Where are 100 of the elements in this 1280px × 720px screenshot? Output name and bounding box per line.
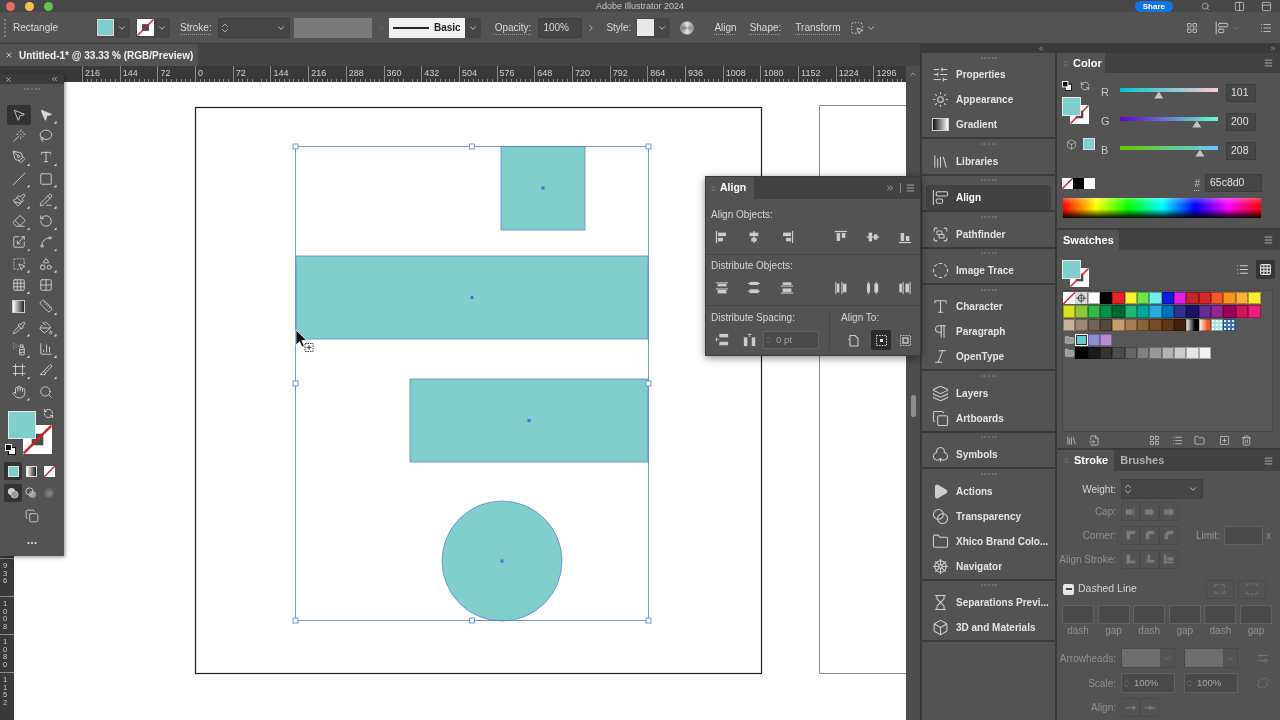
color-swatch[interactable] <box>1100 305 1113 318</box>
draw-normal-button[interactable] <box>4 484 22 503</box>
fill-swatch[interactable] <box>1062 97 1081 116</box>
collapse-panels-button[interactable] <box>1269 45 1277 52</box>
grid-icon[interactable] <box>1186 21 1198 34</box>
grid-view-button[interactable] <box>1256 260 1275 279</box>
dock-item[interactable]: Symbols <box>926 442 1051 468</box>
align-stroke-center-button[interactable] <box>1121 549 1140 569</box>
folder-button[interactable] <box>1063 347 1076 360</box>
panel-menu-button[interactable] <box>905 183 916 193</box>
collapse-panel-button[interactable] <box>885 183 895 193</box>
butt-cap-button[interactable] <box>1121 502 1140 521</box>
folder-button[interactable] <box>1063 333 1076 347</box>
resize-handle[interactable] <box>469 143 475 150</box>
scroll-thumb[interactable] <box>910 395 916 417</box>
color-swatch[interactable] <box>1174 347 1187 360</box>
search-icon[interactable] <box>1201 1 1210 11</box>
projecting-cap-button[interactable] <box>1159 502 1178 521</box>
color-swatch[interactable] <box>1112 347 1125 360</box>
place-arrow-button[interactable] <box>1140 698 1159 717</box>
brush-definition-dropdown[interactable]: Basic <box>388 17 465 38</box>
dock-item[interactable]: Pathfinder <box>926 221 1051 247</box>
color-swatch[interactable] <box>1174 305 1187 318</box>
color-wheel-icon[interactable] <box>680 20 695 35</box>
color-swatch[interactable] <box>1149 305 1162 318</box>
plus-square-icon[interactable] <box>1219 434 1230 446</box>
grid-icon[interactable] <box>1149 434 1160 446</box>
web-safe-swatch[interactable] <box>1083 138 1095 150</box>
document-tab[interactable]: Untitled-1* @ 33.33 % (RGB/Preview) <box>0 44 198 66</box>
color-slider[interactable] <box>1120 86 1218 99</box>
dock-item[interactable]: Gradient <box>926 112 1051 138</box>
color-swatch[interactable] <box>1075 318 1088 332</box>
color-swatch[interactable] <box>1223 305 1236 318</box>
color-fill-button[interactable] <box>4 462 22 481</box>
collapse-panel-button[interactable] <box>50 75 59 83</box>
color-swatch[interactable] <box>1063 305 1076 318</box>
tool-button[interactable] <box>6 104 31 125</box>
color-swatch[interactable] <box>1248 292 1261 305</box>
color-swatch[interactable] <box>1223 292 1236 305</box>
slider-thumb[interactable] <box>1195 149 1205 157</box>
registration-swatch[interactable] <box>1075 292 1088 305</box>
color-swatch[interactable] <box>1112 318 1125 332</box>
panel-icon[interactable] <box>1261 0 1272 12</box>
resize-handle[interactable] <box>645 143 652 150</box>
dock-item[interactable]: Libraries <box>926 148 1051 174</box>
color-swatch[interactable] <box>1137 292 1150 305</box>
minimize-window-button[interactable] <box>25 1 34 11</box>
dock-item[interactable]: 3D and Materials <box>926 614 1051 640</box>
color-swatch[interactable] <box>1174 318 1187 332</box>
fill-swatch[interactable] <box>8 411 36 440</box>
color-swatch[interactable] <box>1087 292 1101 305</box>
slider-thumb[interactable] <box>1154 91 1164 99</box>
resize-handle[interactable] <box>292 380 299 387</box>
color-swatch[interactable] <box>1211 305 1224 318</box>
panel-tab[interactable]: Stroke <box>1057 450 1115 471</box>
channel-value-field[interactable]: 208 <box>1226 141 1256 160</box>
panel-link[interactable]: Transform <box>795 20 841 35</box>
resize-handle[interactable] <box>292 617 299 624</box>
dock-item[interactable]: OpenType <box>926 344 1051 370</box>
dock-item[interactable]: Navigator <box>926 553 1051 579</box>
color-slider[interactable] <box>1120 144 1218 157</box>
round-join-button[interactable] <box>1140 525 1159 545</box>
trash-icon[interactable] <box>1241 434 1252 446</box>
slider-thumb[interactable] <box>1192 120 1202 128</box>
color-swatch[interactable] <box>1186 292 1199 305</box>
panel-link[interactable]: Shape: <box>749 20 782 35</box>
color-swatch[interactable] <box>1100 333 1113 347</box>
dock-item[interactable]: Xhico Brand Colo... <box>926 528 1051 554</box>
preset-swatch[interactable] <box>1073 177 1084 189</box>
dock-item[interactable]: Image Trace <box>926 257 1051 283</box>
dock-item[interactable]: Layers <box>926 380 1051 406</box>
color-swatch[interactable] <box>1075 305 1088 318</box>
arrowhead-dropdown[interactable] <box>1184 648 1238 668</box>
panel-tab[interactable]: Brushes <box>1114 450 1171 471</box>
color-swatch[interactable] <box>1112 305 1125 318</box>
align-stroke-outside-button[interactable] <box>1159 549 1178 569</box>
dock-item[interactable]: Align <box>926 185 1051 211</box>
panel-menu-button[interactable] <box>1263 58 1274 68</box>
color-swatch[interactable] <box>1211 292 1224 305</box>
preset-swatch[interactable] <box>1084 177 1095 189</box>
none-swatch[interactable] <box>1063 292 1076 305</box>
color-slider[interactable] <box>1120 115 1218 128</box>
bevel-join-button[interactable] <box>1159 525 1178 545</box>
dock-item[interactable]: Appearance <box>926 87 1051 113</box>
color-spectrum[interactable] <box>1063 198 1261 218</box>
color-swatch[interactable] <box>1137 305 1150 318</box>
default-colors-icon[interactable] <box>5 444 16 456</box>
stroke-color-dropdown[interactable] <box>136 17 170 38</box>
color-swatch[interactable] <box>1100 318 1113 332</box>
panel-tab[interactable]: Swatches <box>1057 230 1119 250</box>
panel-link[interactable]: Align <box>714 20 737 35</box>
dock-item[interactable]: Paragraph <box>926 319 1051 345</box>
circular-arrows-icon[interactable] <box>1080 81 1090 91</box>
default-colors-icon[interactable] <box>1062 81 1072 91</box>
panel-menu-button[interactable] <box>1263 455 1274 466</box>
color-swatch[interactable] <box>1186 305 1199 318</box>
scroll-up-button[interactable] <box>908 70 918 78</box>
channel-value-field[interactable]: 200 <box>1226 112 1256 131</box>
close-tab-button[interactable] <box>5 51 13 59</box>
resize-handle[interactable] <box>645 380 652 387</box>
